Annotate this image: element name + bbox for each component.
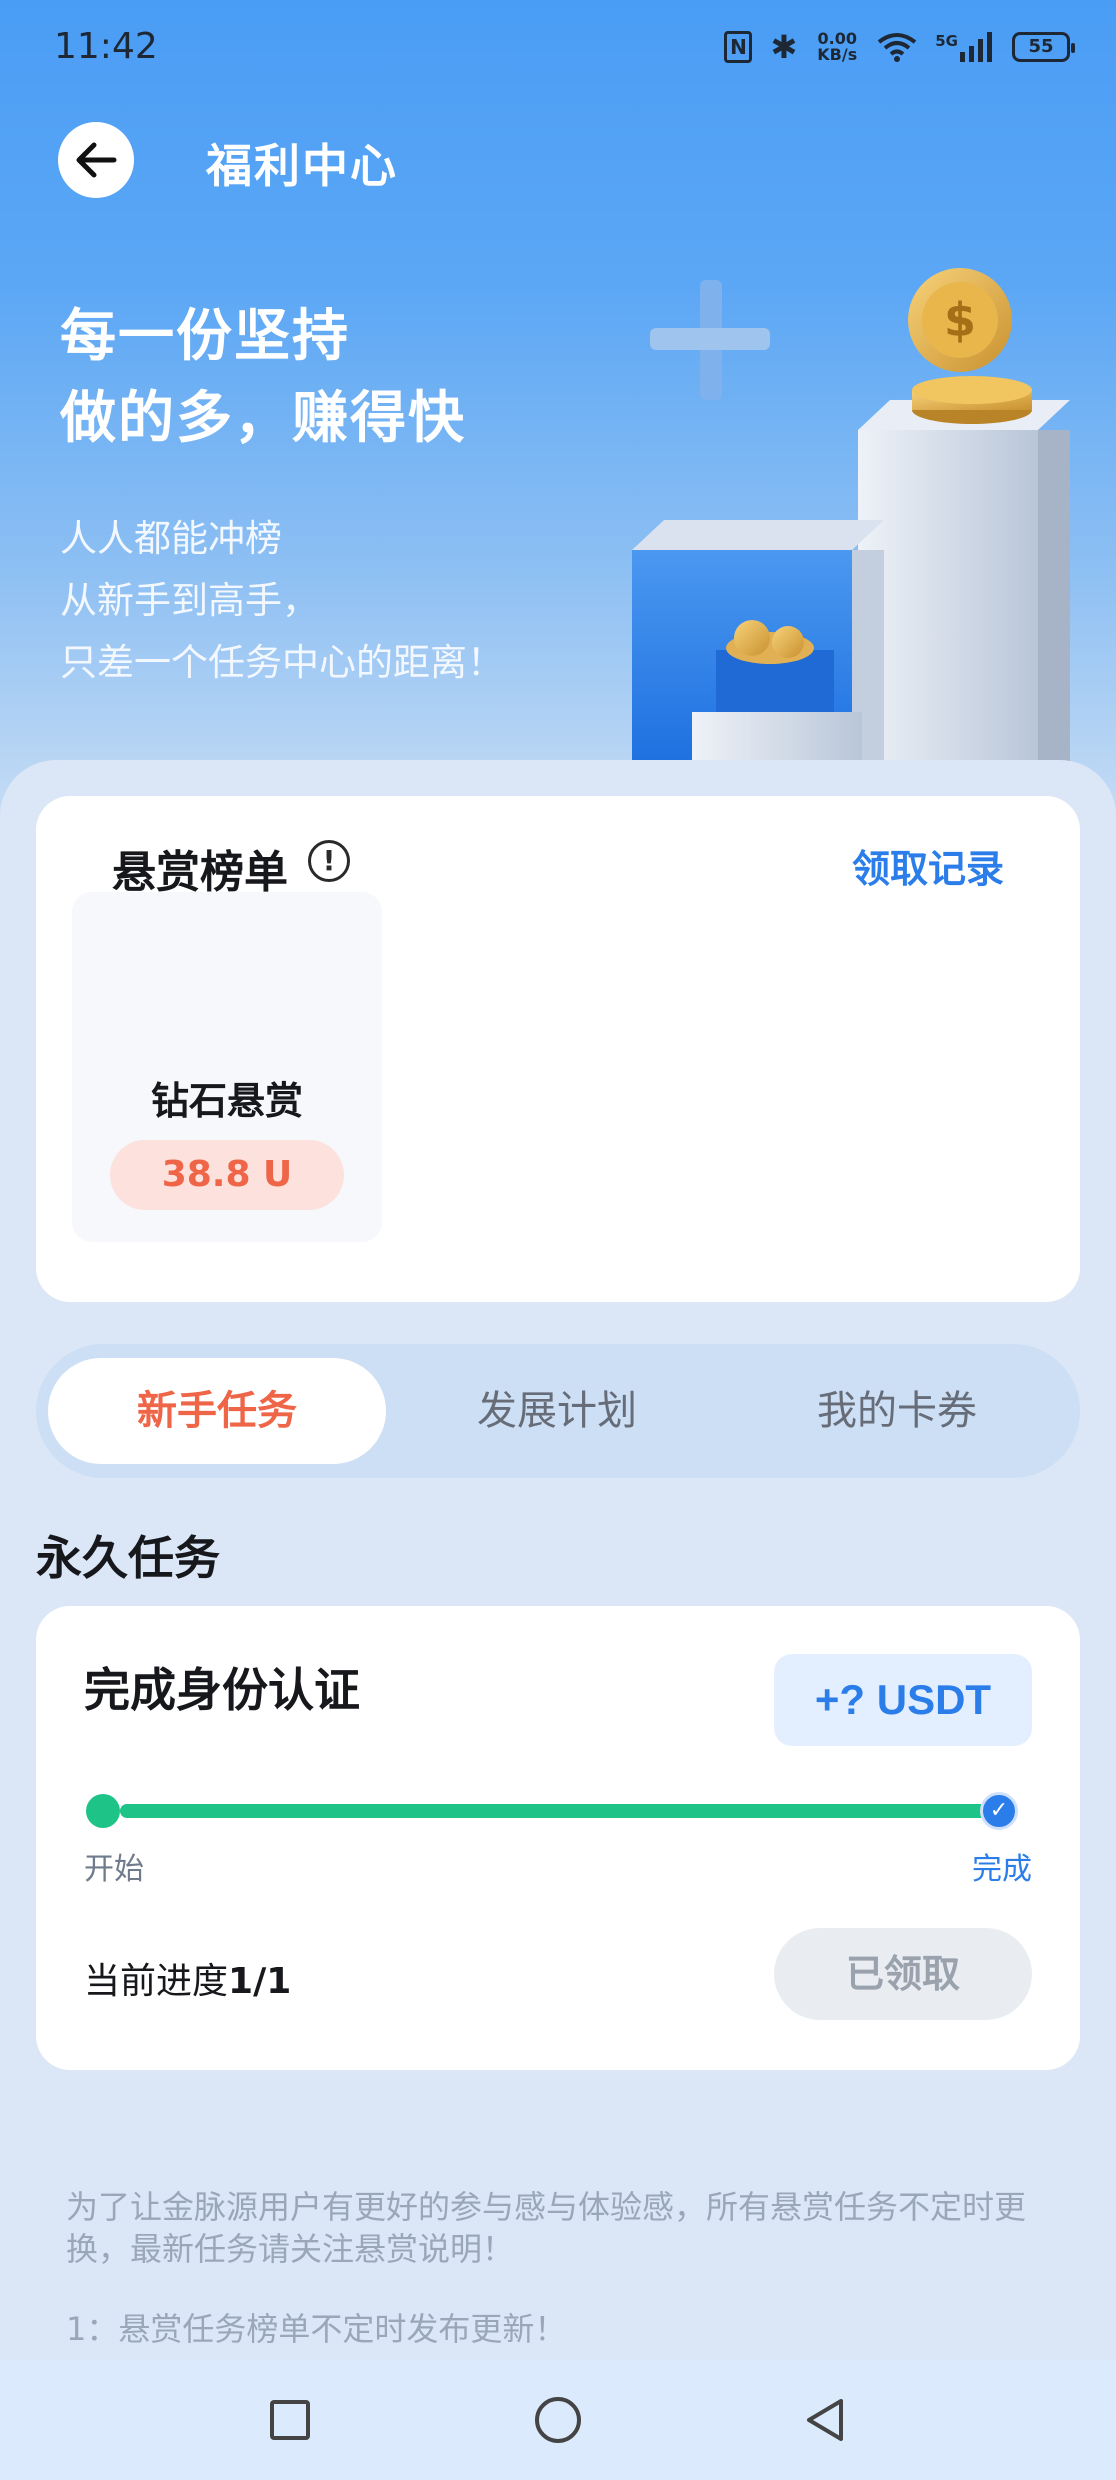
claim-record-link[interactable]: 领取记录: [852, 838, 1004, 893]
circle-icon: [535, 2397, 581, 2443]
status-bar: 11:42 N ✱ 0.00 KB/s 5G 55: [0, 0, 1116, 96]
tab-newbie-tasks[interactable]: 新手任务: [48, 1358, 386, 1464]
battery-icon: 55: [1012, 32, 1075, 62]
network-speed: 0.00 KB/s: [817, 29, 858, 64]
reward-amount-badge: 38.8 U: [110, 1140, 344, 1210]
bounty-card: 悬赏榜单 ! 领取记录 钻石悬赏 38.8 U: [36, 796, 1080, 1302]
network-type: 5G: [935, 32, 958, 50]
system-nav-bar: [0, 2360, 1116, 2480]
tab-my-coupons[interactable]: 我的卡券: [728, 1358, 1066, 1464]
task-tabs: 新手任务 发展计划 我的卡券: [36, 1344, 1080, 1478]
status-time: 11:42: [54, 26, 158, 67]
recent-apps-button[interactable]: [258, 2388, 322, 2452]
task-reward-badge: +? USDT: [774, 1654, 1032, 1746]
hero-sub-line2: 从新手到高手，: [60, 579, 319, 622]
bluetooth-icon: ✱: [770, 28, 798, 66]
task-card: 完成身份认证 +? USDT ✓ 开始 完成 当前进度1/1 已领取: [36, 1606, 1080, 2070]
triangle-back-icon: [807, 2399, 843, 2441]
page-title: 福利中心: [206, 139, 398, 193]
task-title: 完成身份认证: [84, 1663, 360, 1717]
hero-sub-line3: 只差一个任务中心的距离！: [60, 641, 504, 684]
square-icon: [270, 2400, 310, 2440]
claimed-button[interactable]: 已领取: [774, 1928, 1032, 2020]
wifi-icon: [877, 32, 917, 62]
progress-value: 1/1: [228, 1961, 292, 2002]
back-nav-button[interactable]: [792, 2388, 856, 2452]
progress-bar: [120, 1804, 1000, 1818]
reward-name: 钻石悬赏: [150, 1079, 303, 1123]
section-heading: 永久任务: [36, 1531, 220, 1585]
bounty-title: 悬赏榜单: [112, 847, 288, 898]
note-item: 1：悬赏任务榜单不定时发布更新！: [66, 2310, 567, 2348]
hero-sub-line1: 人人都能冲榜: [60, 517, 282, 560]
check-icon: ✓: [980, 1792, 1018, 1830]
signal-icon: 5G: [935, 32, 994, 62]
hero-headline-line2: 做的多，赚得快: [60, 386, 466, 451]
reward-tile[interactable]: 钻石悬赏 38.8 U: [72, 892, 382, 1242]
progress-label: 当前进度: [84, 1961, 229, 2002]
hero-headline-line1: 每一份坚持: [60, 304, 350, 369]
progress-start-label: 开始: [84, 1852, 144, 1887]
progress-start-dot: [86, 1794, 120, 1828]
status-icons: N ✱ 0.00 KB/s 5G 55: [724, 28, 1075, 66]
progress-end-label: 完成: [972, 1852, 1032, 1887]
back-button[interactable]: [58, 122, 134, 198]
progress-text: 当前进度1/1: [84, 1952, 291, 2004]
hero-subtext: 人人都能冲榜 从新手到高手， 只差一个任务中心的距离！: [60, 508, 504, 694]
info-icon[interactable]: !: [308, 840, 350, 882]
tab-development-plan[interactable]: 发展计划: [388, 1358, 726, 1464]
home-button[interactable]: [526, 2388, 590, 2452]
notes-intro: 为了让金脉源用户有更好的参与感与体验感，所有悬赏任务不定时更换，最新任务请关注悬…: [66, 2188, 1027, 2268]
podium-illustration: $: [632, 268, 1070, 770]
nfc-icon: N: [724, 31, 753, 63]
arrow-left-icon: [76, 142, 117, 178]
hero-headline: 每一份坚持 做的多，赚得快: [60, 296, 466, 460]
svg-text:$: $: [944, 293, 976, 347]
